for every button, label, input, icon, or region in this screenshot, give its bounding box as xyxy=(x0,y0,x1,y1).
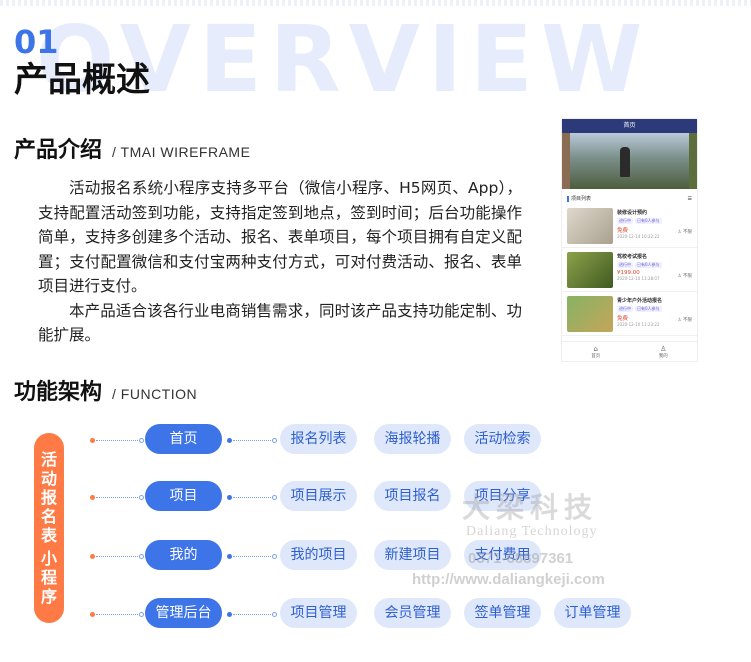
function-heading-subtitle: / FUNCTION xyxy=(112,386,198,402)
phone-mockup: 首页 项目列表 ☰ 装修设计预约 进行中 已有0人参与 免费 2020-12-14… xyxy=(561,118,698,362)
item-name: 装修设计预约 xyxy=(617,210,648,216)
function-row-admin: 管理后台 项目管理 会员管理 签单管理 订单管理 xyxy=(90,598,650,630)
phone-list-header: 项目列表 ☰ xyxy=(562,189,697,204)
feature-poster-carousel[interactable]: 海报轮播 xyxy=(374,424,451,454)
item-tag: 进行中 xyxy=(617,306,633,312)
function-heading: 功能架构 / FUNCTION xyxy=(14,374,197,406)
item-thumbnail xyxy=(567,208,613,244)
phone-title-bar: 首页 xyxy=(562,119,697,133)
person-icon: ♙ xyxy=(677,274,682,279)
feature-order-management[interactable]: 订单管理 xyxy=(554,598,631,628)
page-title: 产品概述 xyxy=(14,60,150,100)
home-icon: ⌂ xyxy=(593,345,598,353)
item-tag: 已有0人参与 xyxy=(635,262,662,268)
feature-signup-list[interactable]: 报名列表 xyxy=(280,424,357,454)
module-project-button[interactable]: 项目 xyxy=(145,481,222,511)
feature-my-projects[interactable]: 我的项目 xyxy=(280,540,357,570)
feature-activity-search[interactable]: 活动检索 xyxy=(464,424,541,454)
module-mine-button[interactable]: 我的 xyxy=(145,540,222,570)
item-tag: 进行中 xyxy=(617,262,633,268)
phone-tab-bar: ⌂ 首页 ♙ 我的 xyxy=(562,341,697,361)
list-item[interactable]: 装修设计预约 进行中 已有0人参与 免费 2020-12-14 16:22:22 … xyxy=(562,204,697,248)
function-row-project: 项目 项目展示 项目报名 项目分享 xyxy=(90,481,650,513)
item-tag: 已有0人参与 xyxy=(635,218,662,224)
app-root-label-a: 活动报名表 xyxy=(41,450,58,545)
intro-paragraph: 本产品适合该各行业电商销售需求，同时该产品支持功能定制、功能扩展。 xyxy=(38,301,522,345)
item-name: 驾校考试报名 xyxy=(617,254,648,260)
feature-project-display[interactable]: 项目展示 xyxy=(280,481,357,511)
item-limit: ♙ 不限 xyxy=(677,274,692,279)
module-admin-button[interactable]: 管理后台 xyxy=(145,598,222,628)
intro-heading-title: 产品介绍 xyxy=(14,138,103,163)
app-root-label-b: 小程序 xyxy=(41,549,58,606)
watermark-english: Daliang Technology xyxy=(466,524,598,539)
person-icon: ♙ xyxy=(677,230,682,235)
watermark-url: http://www.daliangkeji.com xyxy=(412,571,605,588)
feature-member-management[interactable]: 会员管理 xyxy=(374,598,451,628)
intro-heading-subtitle: / TMAI WIREFRAME xyxy=(112,144,251,160)
item-tag: 已有0人参与 xyxy=(635,306,662,312)
intro-heading: 产品介绍 / TMAI WIREFRAME xyxy=(14,132,250,164)
feature-sign-management[interactable]: 签单管理 xyxy=(464,598,541,628)
item-thumbnail xyxy=(567,252,613,288)
tab-home[interactable]: ⌂ 首页 xyxy=(562,342,630,361)
module-home-button[interactable]: 首页 xyxy=(145,424,222,454)
function-heading-title: 功能架构 xyxy=(14,380,103,405)
item-limit: ♙ 不限 xyxy=(677,230,692,235)
item-thumbnail xyxy=(567,296,613,332)
feature-pay-fee[interactable]: 支付费用 xyxy=(464,540,541,570)
list-item[interactable]: 青少年户外活动报名 进行中 已有0人参与 免费 2020-12-10 11:23:… xyxy=(562,292,697,336)
tab-mine[interactable]: ♙ 我的 xyxy=(630,342,698,361)
list-view-icon[interactable]: ☰ xyxy=(688,196,692,202)
phone-banner-image[interactable] xyxy=(562,133,697,189)
section-number: 01 xyxy=(14,23,59,61)
item-tag: 进行中 xyxy=(617,218,633,224)
app-root-label: 活动报名表 小程序 xyxy=(34,433,64,623)
function-row-mine: 我的 我的项目 新建项目 支付费用 xyxy=(90,540,650,572)
phone-list-title: 项目列表 xyxy=(571,196,592,202)
tab-label: 首页 xyxy=(591,354,601,359)
tab-label: 我的 xyxy=(658,354,668,359)
intro-paragraph: 活动报名系统小程序支持多平台（微信小程序、H5网页、App），支持配置活动签到功… xyxy=(38,179,522,295)
function-row-home: 首页 报名列表 海报轮播 活动检索 xyxy=(90,424,650,456)
feature-project-management[interactable]: 项目管理 xyxy=(280,598,357,628)
intro-text: 活动报名系统小程序支持多平台（微信小程序、H5网页、App），支持配置活动签到功… xyxy=(38,176,522,348)
user-icon: ♙ xyxy=(660,345,667,353)
item-limit: ♙ 不限 xyxy=(677,318,692,323)
feature-new-project[interactable]: 新建项目 xyxy=(374,540,451,570)
feature-project-signup[interactable]: 项目报名 xyxy=(374,481,451,511)
person-icon: ♙ xyxy=(677,318,682,323)
feature-project-share[interactable]: 项目分享 xyxy=(464,481,541,511)
item-name: 青少年户外活动报名 xyxy=(617,298,663,304)
list-item[interactable]: 驾校考试报名 进行中 已有0人参与 ¥199.00 2020-12-10 11:2… xyxy=(562,248,697,292)
